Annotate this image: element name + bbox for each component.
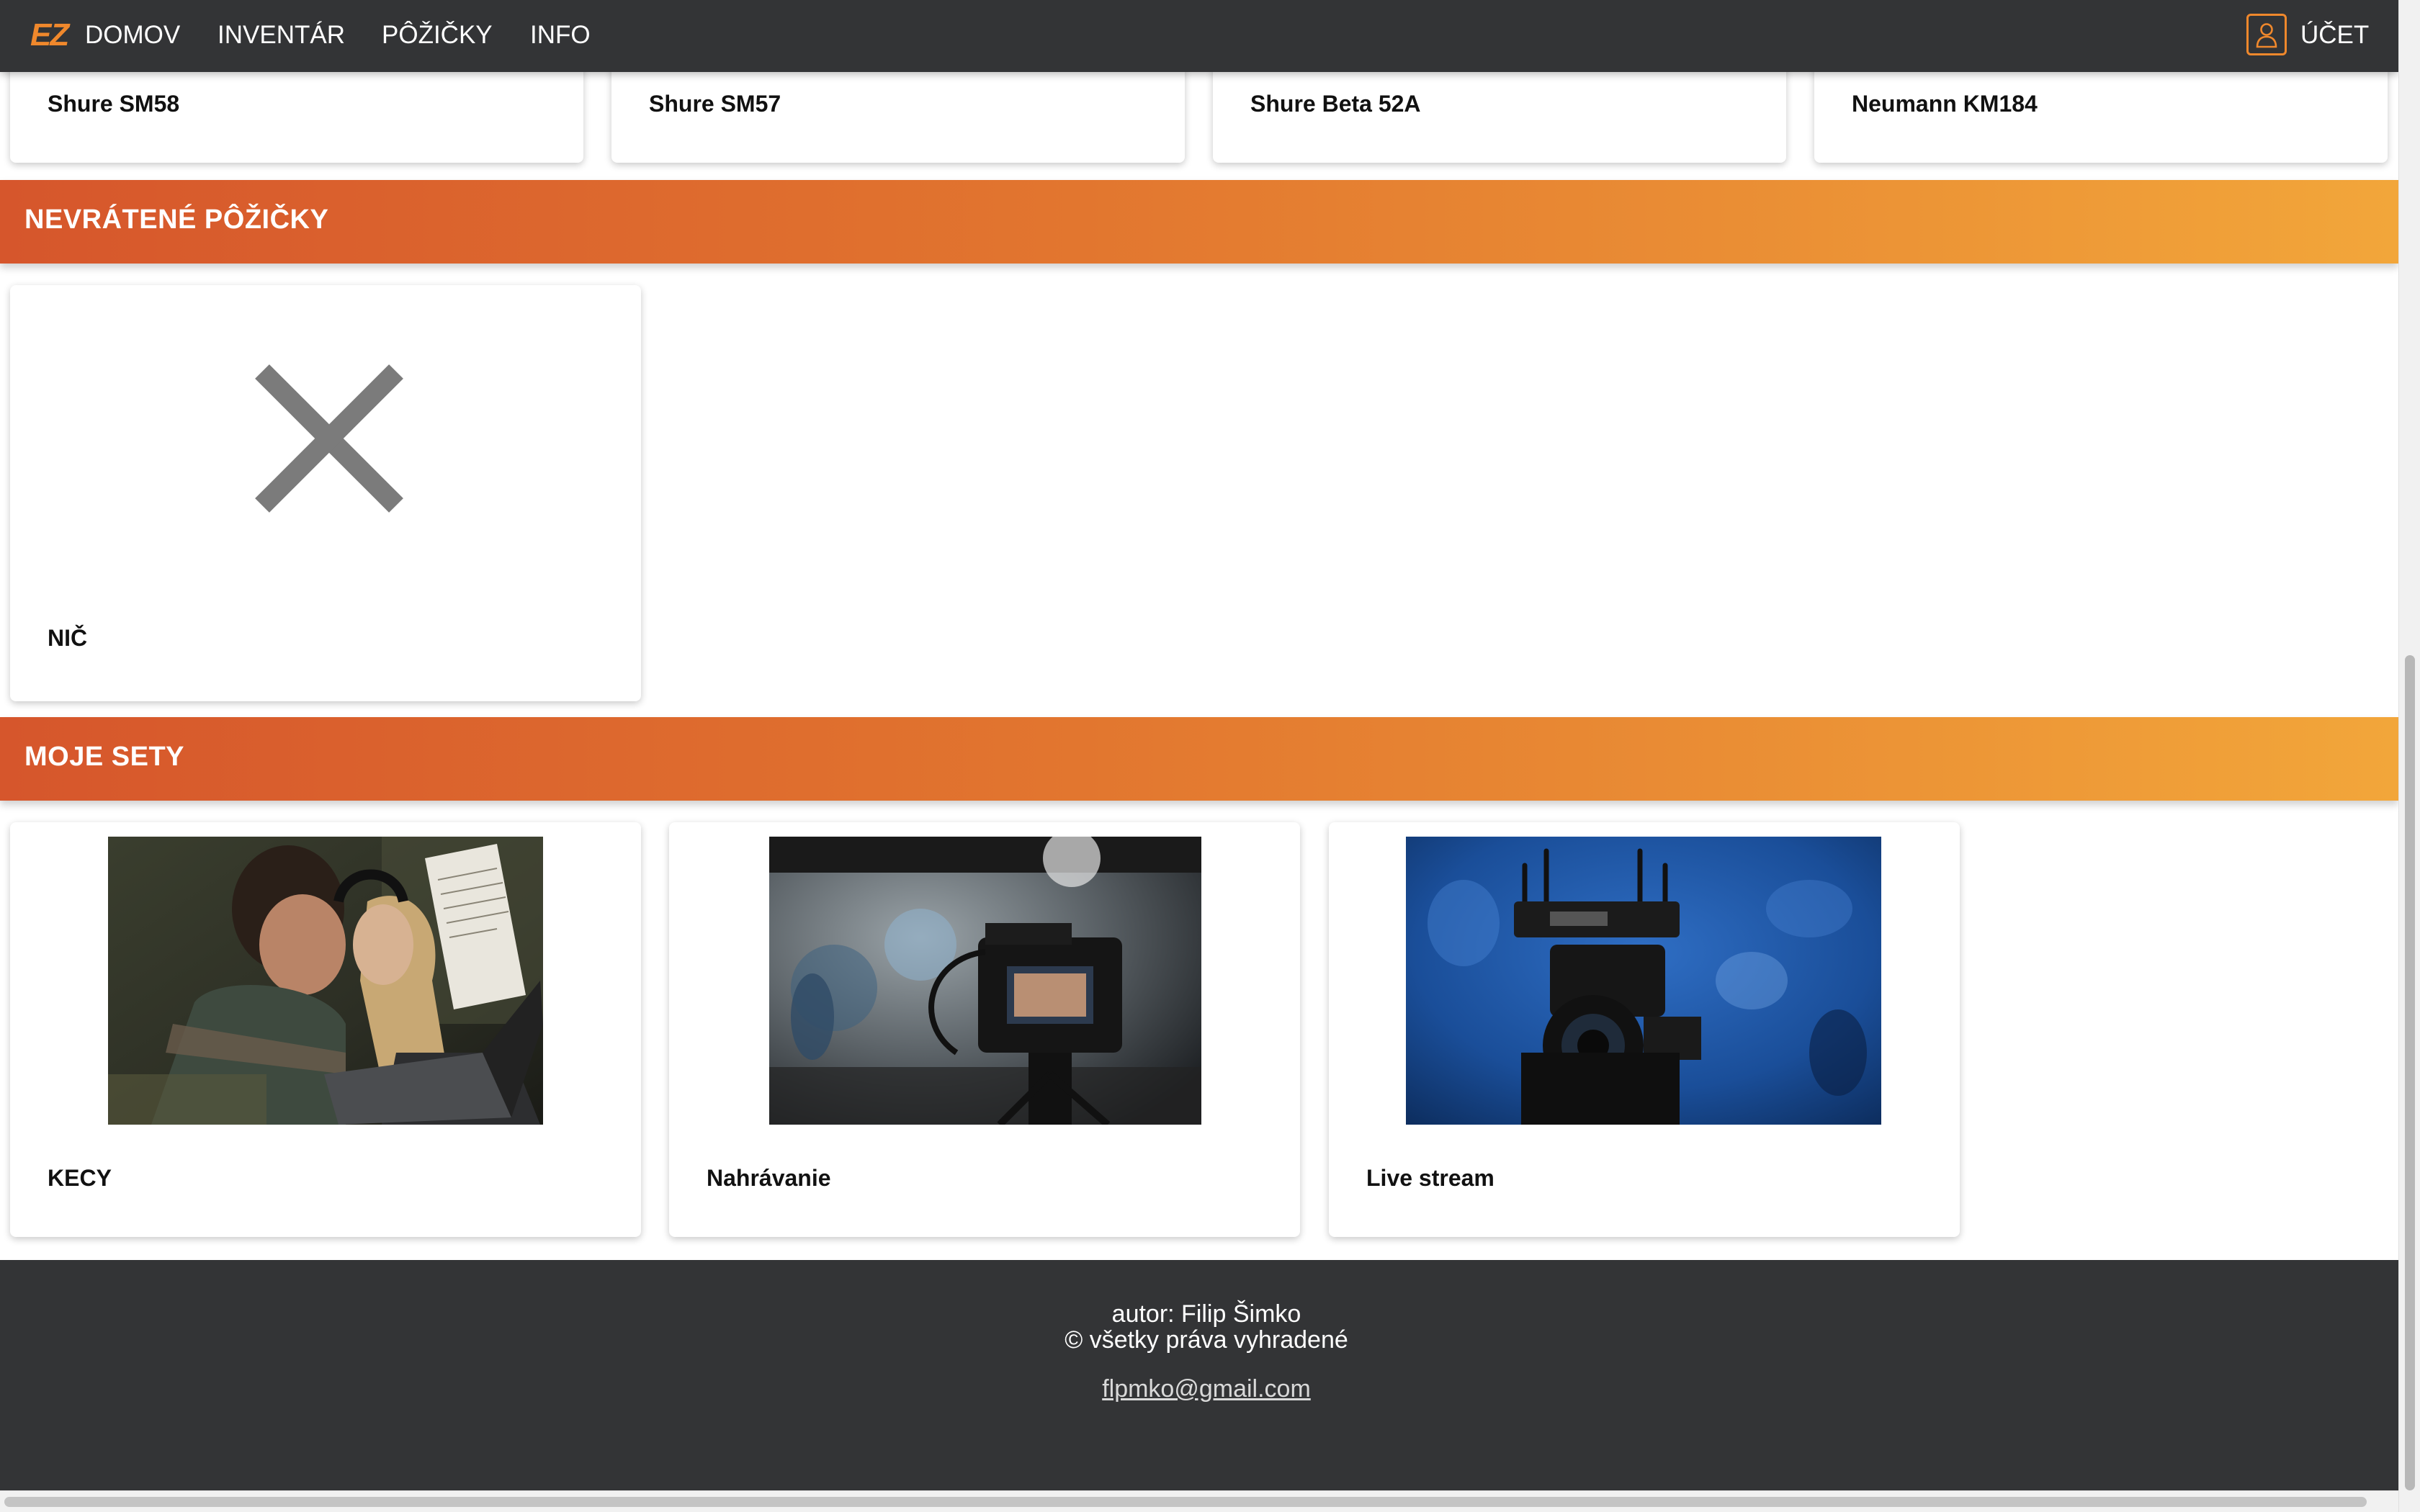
nav-info-link[interactable]: INFO: [530, 19, 591, 52]
set-card[interactable]: KECY: [10, 822, 641, 1237]
section-header-sets: MOJE SETY: [0, 717, 2398, 801]
horizontal-scrollbar[interactable]: [0, 1490, 2398, 1512]
close-icon: [255, 364, 403, 513]
nav-account-link[interactable]: ÚČET: [2300, 19, 2369, 52]
card-title: Shure Beta 52A: [1250, 91, 1421, 117]
card-title: Neumann KM184: [1852, 91, 2038, 117]
top-navbar: EZ DOMOV INVENTÁR PÔŽIČKY INFO ÚČET: [0, 0, 2398, 72]
horizontal-scrollbar-thumb[interactable]: [4, 1497, 2367, 1507]
set-title: KECY: [48, 1165, 112, 1191]
set-title: Live stream: [1366, 1165, 1494, 1191]
empty-loan-card: NIČ: [10, 285, 641, 701]
people-reviewing-script-photo: [108, 837, 543, 1125]
set-title: Nahrávanie: [707, 1165, 831, 1191]
empty-label: NIČ: [48, 625, 88, 651]
camera-recording-studio-photo: [769, 837, 1201, 1125]
camera-with-wireless-transmitter-photo: [1406, 837, 1881, 1125]
section-header-unreturned: NEVRÁTENÉ PÔŽIČKY: [0, 180, 2398, 264]
footer: autor: Filip Šimko © všetky práva vyhrad…: [0, 1260, 2398, 1490]
card-title: Shure SM58: [48, 91, 180, 117]
user-icon[interactable]: [2246, 14, 2287, 55]
footer-email-link[interactable]: flpmko@gmail.com: [1102, 1375, 1311, 1403]
section-title: MOJE SETY: [24, 742, 184, 772]
footer-rights: © všetky práva vyhradené: [1065, 1326, 1348, 1354]
card-title: Shure SM57: [649, 91, 781, 117]
set-card[interactable]: Nahrávanie: [669, 822, 1300, 1237]
set-card[interactable]: Live stream: [1329, 822, 1960, 1237]
nav-home-link[interactable]: DOMOV: [85, 19, 180, 52]
logo[interactable]: EZ: [30, 19, 69, 52]
nav-loans-link[interactable]: PÔŽIČKY: [382, 19, 493, 52]
footer-author: autor: Filip Šimko: [1111, 1300, 1301, 1328]
vertical-scrollbar-thumb[interactable]: [2405, 655, 2415, 1490]
nav-inventory-link[interactable]: INVENTÁR: [218, 19, 345, 52]
page: EZ DOMOV INVENTÁR PÔŽIČKY INFO ÚČET Shur…: [0, 0, 2398, 1490]
vertical-scrollbar[interactable]: [2398, 0, 2420, 1512]
section-title: NEVRÁTENÉ PÔŽIČKY: [24, 204, 329, 235]
